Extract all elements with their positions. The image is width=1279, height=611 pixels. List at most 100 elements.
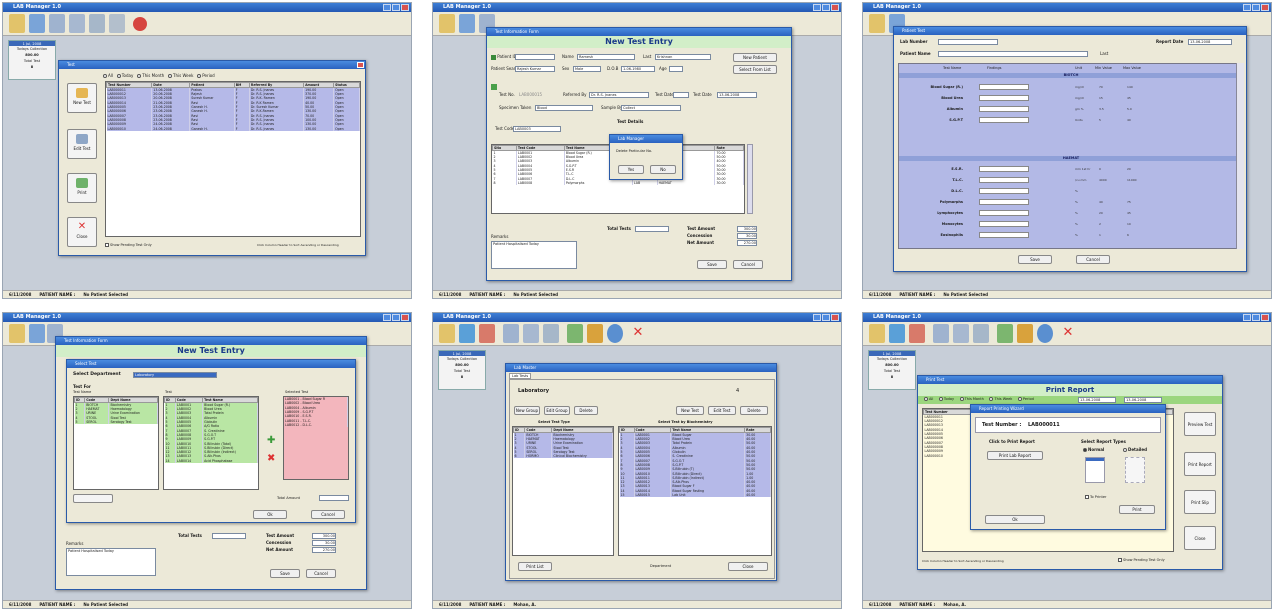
test-tool-icon[interactable] — [889, 324, 905, 343]
sex-select[interactable]: Male — [573, 66, 601, 72]
close-icon[interactable] — [401, 314, 409, 321]
remarks-field[interactable]: Patient Hospitalised Today — [491, 241, 577, 269]
ok-button[interactable]: Ok — [253, 510, 287, 519]
cancel-button[interactable]: Cancel — [311, 510, 345, 519]
save-button[interactable]: Save — [697, 260, 727, 269]
concession-field[interactable]: 30.00 — [312, 540, 336, 546]
table-row[interactable]: LAB000010 24-06-2008 Ganesh H. F Dr. R.S. Jn… — [106, 126, 360, 131]
settings-tool-icon[interactable] — [1017, 324, 1033, 343]
list-item[interactable]: 5 SEROL Serology Test — [74, 419, 158, 425]
test-tool-icon[interactable] — [29, 14, 45, 33]
sample-by-field[interactable]: Collect — [621, 105, 681, 111]
date-to-field[interactable]: 13-06-2008 — [1124, 397, 1162, 403]
maximize-icon[interactable] — [392, 314, 400, 321]
test-tool-icon[interactable] — [29, 324, 45, 343]
test-tool-icon[interactable] — [459, 14, 475, 33]
result-findings-field[interactable] — [979, 106, 1029, 112]
doctor-tool-icon[interactable] — [909, 324, 925, 343]
close-icon[interactable] — [1261, 4, 1269, 11]
last-field[interactable]: Krishnan — [655, 54, 711, 60]
cancel-button[interactable]: Cancel — [306, 569, 336, 578]
filter-period-radio[interactable] — [197, 74, 202, 78]
results-grid[interactable]: Test Name Findings Unit Min Value Max Va… — [898, 63, 1244, 249]
list-item[interactable]: LAB0012 - D.L.C. — [284, 422, 348, 428]
maximize-icon[interactable] — [1252, 4, 1260, 11]
normal-radio[interactable] — [1083, 448, 1087, 452]
dialog-close-icon[interactable] — [357, 62, 364, 68]
report-tool-icon[interactable] — [933, 324, 949, 343]
exit-tool-icon[interactable]: ✕ — [631, 326, 645, 340]
minimize-icon[interactable] — [1243, 314, 1251, 321]
detailed-option[interactable]: Detailed — [1123, 447, 1147, 452]
cancel-button[interactable]: Cancel — [733, 260, 763, 269]
exit-tool-icon[interactable] — [133, 17, 147, 31]
database-tool-icon[interactable] — [973, 324, 989, 343]
maximize-icon[interactable] — [392, 4, 400, 11]
settings-tool-icon[interactable] — [109, 14, 125, 33]
detailed-radio[interactable] — [1123, 448, 1127, 452]
patient-name-field[interactable] — [938, 51, 1088, 57]
database-tool-icon[interactable] — [543, 324, 559, 343]
result-findings-field[interactable] — [979, 221, 1029, 227]
concession-field[interactable]: 30.00 — [737, 233, 757, 239]
messagebox-yes-button[interactable]: Yes — [618, 165, 644, 174]
test-table[interactable]: Test Number Date Patient BM Referred By … — [105, 81, 361, 237]
result-findings-field[interactable] — [979, 95, 1029, 101]
select-from-list-button[interactable]: Select From List — [733, 65, 777, 74]
doctor-tool-icon[interactable] — [479, 324, 495, 343]
minimize-icon[interactable] — [1243, 4, 1251, 11]
close-icon[interactable] — [401, 4, 409, 11]
close-icon[interactable] — [831, 314, 839, 321]
database-tool-icon[interactable] — [89, 14, 105, 33]
print-tool-icon[interactable] — [523, 324, 539, 343]
new-test-button[interactable]: New Test — [67, 83, 97, 113]
delete-group-button[interactable]: Delete — [574, 406, 598, 415]
remove-test-icon[interactable]: ✖ — [267, 454, 279, 464]
pending-checkbox[interactable] — [1118, 558, 1122, 562]
edit-test-button[interactable]: Edit Test — [67, 129, 97, 159]
print-button[interactable]: Print — [67, 173, 97, 203]
result-findings-field[interactable] — [979, 177, 1029, 183]
patient-tool-icon[interactable] — [9, 324, 25, 343]
filter-week-radio[interactable] — [989, 397, 994, 401]
filter-today-radio[interactable] — [938, 397, 943, 401]
filter-month-radio[interactable] — [959, 397, 964, 401]
test-type-list[interactable]: ID Code Dept Name 1 BIOTCH Biochemistry 2 HA… — [512, 426, 614, 556]
test-tool-icon[interactable] — [459, 324, 475, 343]
result-findings-field[interactable] — [979, 210, 1029, 216]
edit-group-button[interactable]: Edit Group — [544, 406, 570, 415]
department-list[interactable]: ID Code Dept Name 1 BIOTCH Biochemistry 2 HA… — [73, 396, 159, 490]
print-list-button[interactable]: Print List — [518, 562, 552, 571]
minimize-icon[interactable] — [383, 4, 391, 11]
preview-test-button[interactable]: Preview Test — [1184, 412, 1216, 436]
specimen-field[interactable]: Blood — [535, 105, 593, 111]
close-icon[interactable] — [1261, 314, 1269, 321]
patient-search-field[interactable]: Rajesh Kumar — [515, 66, 555, 72]
list-item[interactable]: 15 LAB0015 Lab Unit 40.00 — [619, 492, 771, 498]
filter-month-radio[interactable] — [137, 74, 142, 78]
table-row[interactable]: 8 LAB0008 Polymorphs LAB HAEMAT 30.00 — [492, 180, 744, 186]
selected-test-list[interactable]: LAB0001 - Blood Sugar R LAB0002 - Blood U… — [283, 396, 349, 480]
new-patient-button[interactable]: New Patient — [733, 53, 777, 62]
department-select[interactable]: Laboratory — [133, 372, 217, 378]
wizard-ok-button[interactable]: Ok — [985, 515, 1045, 524]
name-field[interactable]: Ramesh — [577, 54, 635, 60]
patient-tool-icon[interactable] — [439, 324, 455, 343]
minimize-icon[interactable] — [383, 314, 391, 321]
result-findings-field[interactable] — [979, 232, 1029, 238]
report-date-field[interactable]: 13-06-2008 — [1188, 39, 1232, 45]
save-button[interactable]: Save — [270, 569, 300, 578]
filter-all-radio[interactable] — [924, 397, 928, 401]
result-findings-field[interactable] — [979, 166, 1029, 172]
age-field[interactable] — [669, 66, 683, 72]
maximize-icon[interactable] — [1252, 314, 1260, 321]
report-tool-icon[interactable] — [49, 14, 65, 33]
referred-by-select[interactable]: Dr. R.S. Jnanes — [589, 92, 649, 98]
to-printer-option[interactable]: To Printer — [1085, 495, 1106, 499]
minimize-icon[interactable] — [813, 4, 821, 11]
test-by-type-list[interactable]: ID Code Test Name Rate 1 LAB0001 Blood Sug… — [618, 426, 772, 556]
test-list[interactable]: ID Code Test Name 1 LAB0001 Blood Sugar (R… — [163, 396, 259, 490]
table-scrollbar[interactable] — [747, 144, 753, 214]
result-findings-field[interactable] — [979, 117, 1029, 123]
close-button[interactable]: ✕ Close — [67, 217, 97, 247]
